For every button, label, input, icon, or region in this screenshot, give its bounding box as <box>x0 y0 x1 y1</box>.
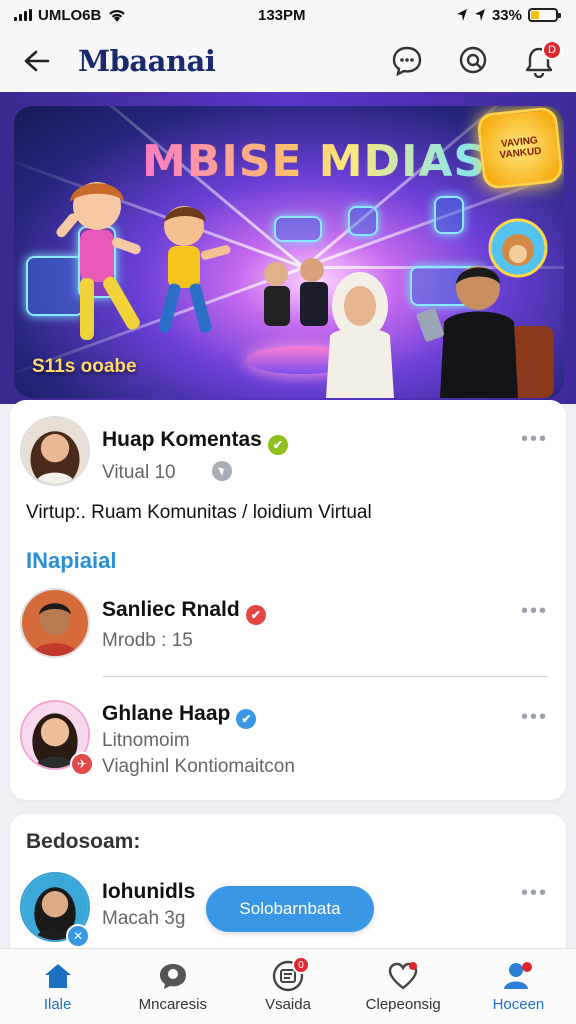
chat-icon <box>159 964 186 989</box>
post-author-row[interactable]: Huap Komentas ✔ Vitual 10 ••• <box>10 414 566 504</box>
signal-icon <box>14 9 32 21</box>
suggested-detail: Macah 3g <box>102 908 186 929</box>
banner-caption: S11s ooabe <box>32 356 137 377</box>
clock-label: 133PM <box>258 6 306 24</box>
more-options-icon[interactable]: ••• <box>521 706 548 729</box>
nav-label: Ilale <box>43 996 72 1013</box>
wifi-icon <box>109 10 126 22</box>
profile-icon <box>504 962 533 989</box>
avatar[interactable] <box>20 416 90 486</box>
app-header: Mbaanai D <box>0 30 576 92</box>
suggested-name: Iohunidls <box>102 880 196 903</box>
nav-label: Vsaida <box>265 996 311 1013</box>
community-card: Huap Komentas ✔ Vitual 10 ••• Virtup:. Ru… <box>10 400 566 800</box>
nav-label: Hoceen <box>492 996 545 1013</box>
member-detail-secondary: Viaghinl Kontiomaitcon <box>102 756 295 777</box>
search-button[interactable] <box>454 42 492 80</box>
social-badge-icon: ✕ <box>66 924 90 948</box>
banner-sticker: VAVING VANKUD <box>476 106 564 190</box>
notification-badge: D <box>542 40 562 60</box>
nav-profile[interactable]: Hoceen <box>461 949 576 1024</box>
search-icon <box>459 46 487 74</box>
location-icon <box>456 9 467 21</box>
more-options-icon[interactable]: ••• <box>521 428 548 451</box>
banner-section: MBISE MDIAS VAVING VANKUD S11s ooabe <box>0 92 576 404</box>
location-arrow-icon <box>474 9 485 21</box>
heart-icon <box>389 962 418 990</box>
nav-home[interactable]: Ilale <box>0 949 115 1024</box>
section-title: INapiaial <box>26 548 117 573</box>
virtual-screen <box>274 216 322 242</box>
nav-badge: 0 <box>292 956 310 974</box>
nav-label: Clepeonsig <box>365 996 441 1013</box>
nav-messages[interactable]: Mncaresis <box>115 949 230 1024</box>
recommendations-title: Bedosoam: <box>26 830 141 853</box>
cartoon-monkey-icon <box>488 218 548 278</box>
app-logo: Mbaanai <box>78 44 216 78</box>
subscribe-button[interactable]: Solobarnbata <box>206 886 374 932</box>
status-bar: UMLO6B 133PM 33% <box>0 0 576 30</box>
author-name: Huap Komentas <box>102 428 262 451</box>
globe-icon <box>211 461 232 481</box>
nav-likes[interactable]: Clepeonsig <box>346 949 461 1024</box>
author-meta: Vitual 10 <box>102 462 176 483</box>
arrow-left-icon <box>24 50 50 72</box>
social-badge-icon: ✈ <box>70 752 94 776</box>
member-name: Sanliec Rnald <box>102 598 240 621</box>
member-detail: Mrodb : 15 <box>102 630 193 651</box>
virtual-screen <box>348 206 378 236</box>
nav-label: Mncaresis <box>138 996 207 1013</box>
post-description: Virtup:. Ruam Komunitas / loidium Virtua… <box>26 502 372 523</box>
verified-badge-icon: ✔ <box>245 605 266 625</box>
virtual-screen <box>434 196 464 234</box>
battery-icon <box>528 8 561 22</box>
more-options-icon[interactable]: ••• <box>521 600 548 623</box>
hijab-woman-figure <box>326 272 394 398</box>
recommendations-card: Bedosoam: ✕ Iohunidls Macah 3g ••• Solob… <box>10 814 566 964</box>
home-icon <box>44 964 71 988</box>
divider <box>102 676 548 677</box>
messages-button[interactable] <box>388 42 426 80</box>
chat-bubble-icon <box>392 46 422 77</box>
cartoon-boy-figure <box>158 206 231 333</box>
bottom-nav: Ilale Mncaresis 0 Vsaida Clepeonsig Hoce… <box>0 948 576 1024</box>
member-detail: Litnomoim <box>102 730 190 751</box>
back-button[interactable] <box>18 43 54 79</box>
battery-percent: 33% <box>491 6 522 24</box>
nav-feed[interactable]: 0 Vsaida <box>230 949 345 1024</box>
banner-title: MBISE MDIAS <box>142 136 487 187</box>
verified-badge-icon: ✔ <box>267 435 288 455</box>
list-item[interactable]: Sanliec Rnald ✔ Mrodb : 15 ••• <box>10 586 566 676</box>
more-options-icon[interactable]: ••• <box>521 882 548 905</box>
list-item[interactable]: ✈ Ghlane Haap ✔ Litnomoim Viaghinl Kontio… <box>10 696 566 786</box>
member-name: Ghlane Haap <box>102 702 231 725</box>
carrier-label: UMLO6B <box>38 6 102 24</box>
verified-badge-icon: ✔ <box>236 709 257 729</box>
promo-banner[interactable]: MBISE MDIAS VAVING VANKUD S11s ooabe <box>14 106 564 398</box>
notifications-button[interactable]: D <box>520 40 562 80</box>
avatar[interactable] <box>20 588 90 658</box>
